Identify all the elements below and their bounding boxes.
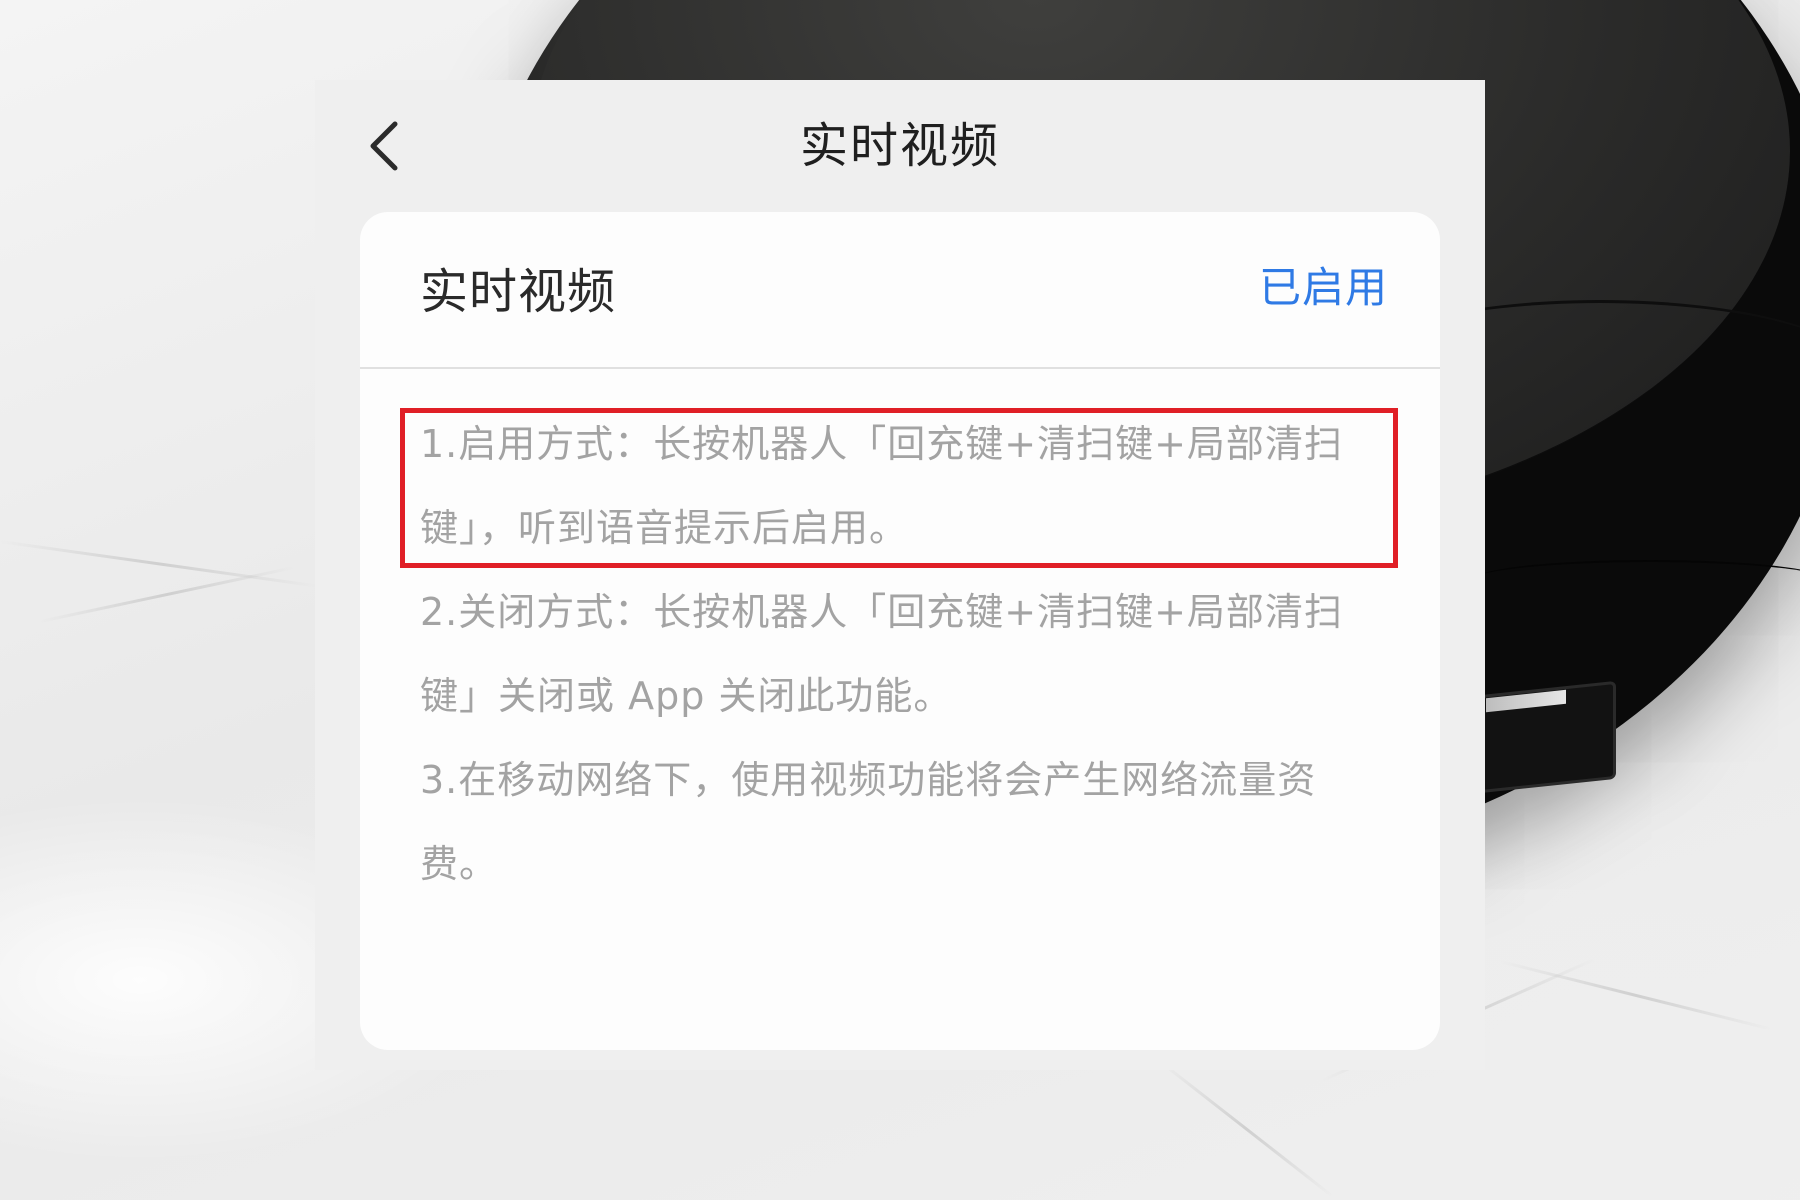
app-screen: 实时视频 实时视频 已启用 1.启用方式：长按机器人「回充键+清扫键+局部清扫键… bbox=[315, 80, 1485, 1070]
realtime-video-setting-row[interactable]: 实时视频 已启用 bbox=[360, 212, 1440, 369]
instruction-disable: 2.关闭方式：长按机器人「回充键+清扫键+局部清扫键」关闭或 App 关闭此功能… bbox=[420, 590, 1343, 718]
page-title: 实时视频 bbox=[799, 118, 1000, 174]
instruction-enable: 1.启用方式：长按机器人「回充键+清扫键+局部清扫键」，听到语音提示后启用。 bbox=[420, 422, 1343, 550]
marble-vein bbox=[39, 565, 295, 623]
marble-vein bbox=[1499, 960, 1773, 1031]
instruction-data-usage: 3.在移动网络下，使用视频功能将会产生网络流量资费。 bbox=[420, 758, 1317, 886]
status-badge[interactable]: 已启用 bbox=[1259, 258, 1388, 318]
setting-label: 实时视频 bbox=[420, 264, 617, 320]
settings-card: 实时视频 已启用 1.启用方式：长按机器人「回充键+清扫键+局部清扫键」，听到语… bbox=[360, 212, 1440, 1050]
marble-vein bbox=[1159, 1060, 1335, 1199]
instructions-list: 1.启用方式：长按机器人「回充键+清扫键+局部清扫键」，听到语音提示后启用。 2… bbox=[420, 402, 1380, 906]
nav-bar: 实时视频 bbox=[315, 80, 1485, 212]
marble-vein bbox=[0, 540, 318, 588]
